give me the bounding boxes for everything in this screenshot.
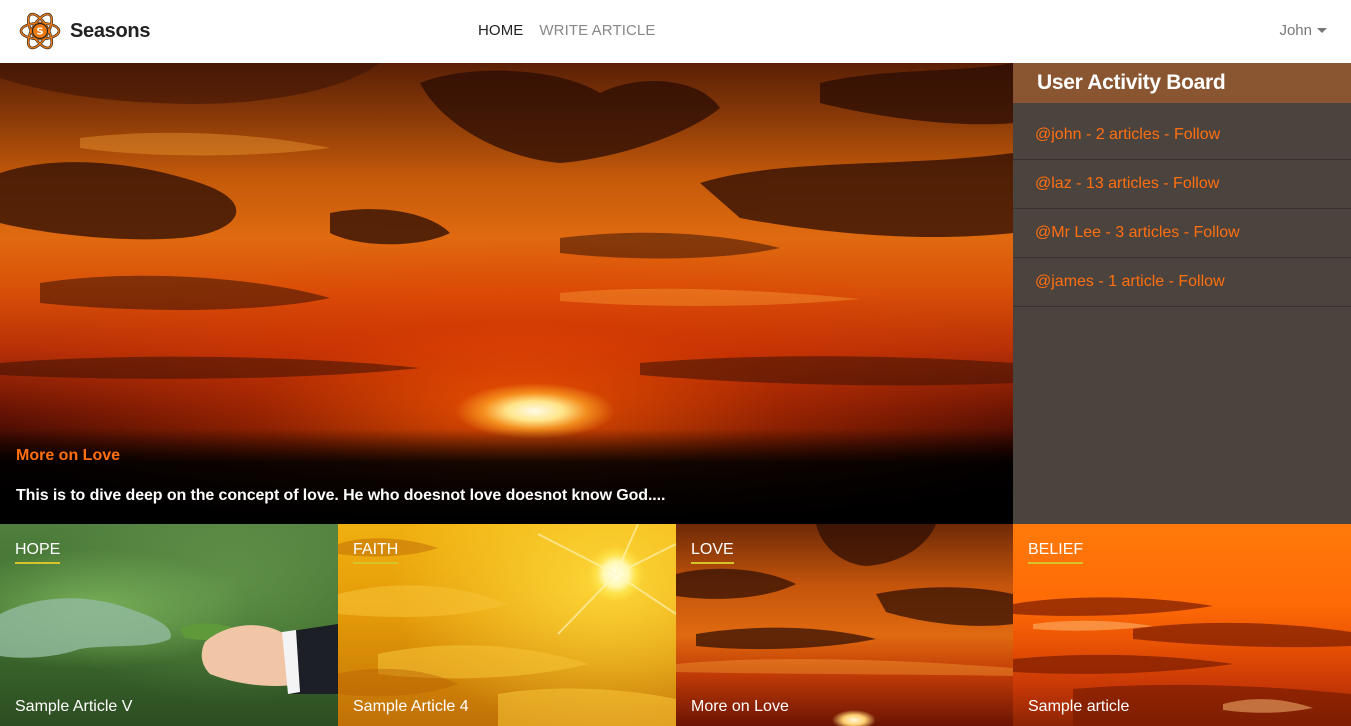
- user-activity-board: User Activity Board @john - 2 articles -…: [1013, 63, 1351, 524]
- nav-link-write-article[interactable]: WRITE ARTICLE: [539, 22, 655, 39]
- category-tiles: HOPE Sample Article V FAITH Sample Artic…: [0, 524, 1351, 726]
- svg-text:S: S: [36, 27, 43, 38]
- nav-link-home[interactable]: HOME: [478, 22, 523, 39]
- activity-item-mr-lee[interactable]: @Mr Lee - 3 articles - Follow: [1013, 209, 1351, 258]
- featured-article-title[interactable]: More on Love: [16, 447, 120, 465]
- category-article-belief[interactable]: Sample article: [1028, 698, 1129, 716]
- brand-link[interactable]: S Seasons: [18, 8, 150, 54]
- category-label-hope[interactable]: HOPE: [15, 541, 61, 564]
- activity-item-james[interactable]: @james - 1 article - Follow: [1013, 258, 1351, 307]
- featured-article[interactable]: More on Love This is to dive deep on the…: [0, 63, 1013, 524]
- main-nav: HOME WRITE ARTICLE: [478, 22, 655, 39]
- category-tile-belief[interactable]: BELIEF Sample article: [1013, 524, 1351, 726]
- category-article-love[interactable]: More on Love: [691, 698, 789, 716]
- featured-article-excerpt: This is to dive deep on the concept of l…: [16, 487, 666, 504]
- category-label-belief[interactable]: BELIEF: [1028, 541, 1084, 564]
- activity-item-john[interactable]: @john - 2 articles - Follow: [1013, 111, 1351, 160]
- sidebar-title: User Activity Board: [1037, 71, 1226, 94]
- atom-logo-icon: S: [19, 12, 61, 50]
- category-label-love[interactable]: LOVE: [691, 541, 734, 564]
- category-tile-hope[interactable]: HOPE Sample Article V: [0, 524, 338, 726]
- brand-name: Seasons: [70, 19, 151, 42]
- hero-caption-overlay: [0, 429, 1013, 524]
- category-tile-love[interactable]: LOVE More on Love: [676, 524, 1013, 726]
- caret-down-icon: [1317, 28, 1327, 33]
- user-name: John: [1279, 22, 1312, 39]
- top-navbar: S Seasons HOME WRITE ARTICLE John: [0, 0, 1351, 63]
- user-menu-dropdown[interactable]: John: [1279, 22, 1327, 39]
- category-tile-faith[interactable]: FAITH Sample Article 4: [338, 524, 676, 726]
- sidebar-header: User Activity Board: [1013, 63, 1351, 103]
- activity-item-laz[interactable]: @laz - 13 articles - Follow: [1013, 160, 1351, 209]
- activity-list: @john - 2 articles - Follow @laz - 13 ar…: [1013, 111, 1351, 307]
- category-article-faith[interactable]: Sample Article 4: [353, 698, 469, 716]
- category-label-faith[interactable]: FAITH: [353, 541, 399, 564]
- category-article-hope[interactable]: Sample Article V: [15, 698, 132, 716]
